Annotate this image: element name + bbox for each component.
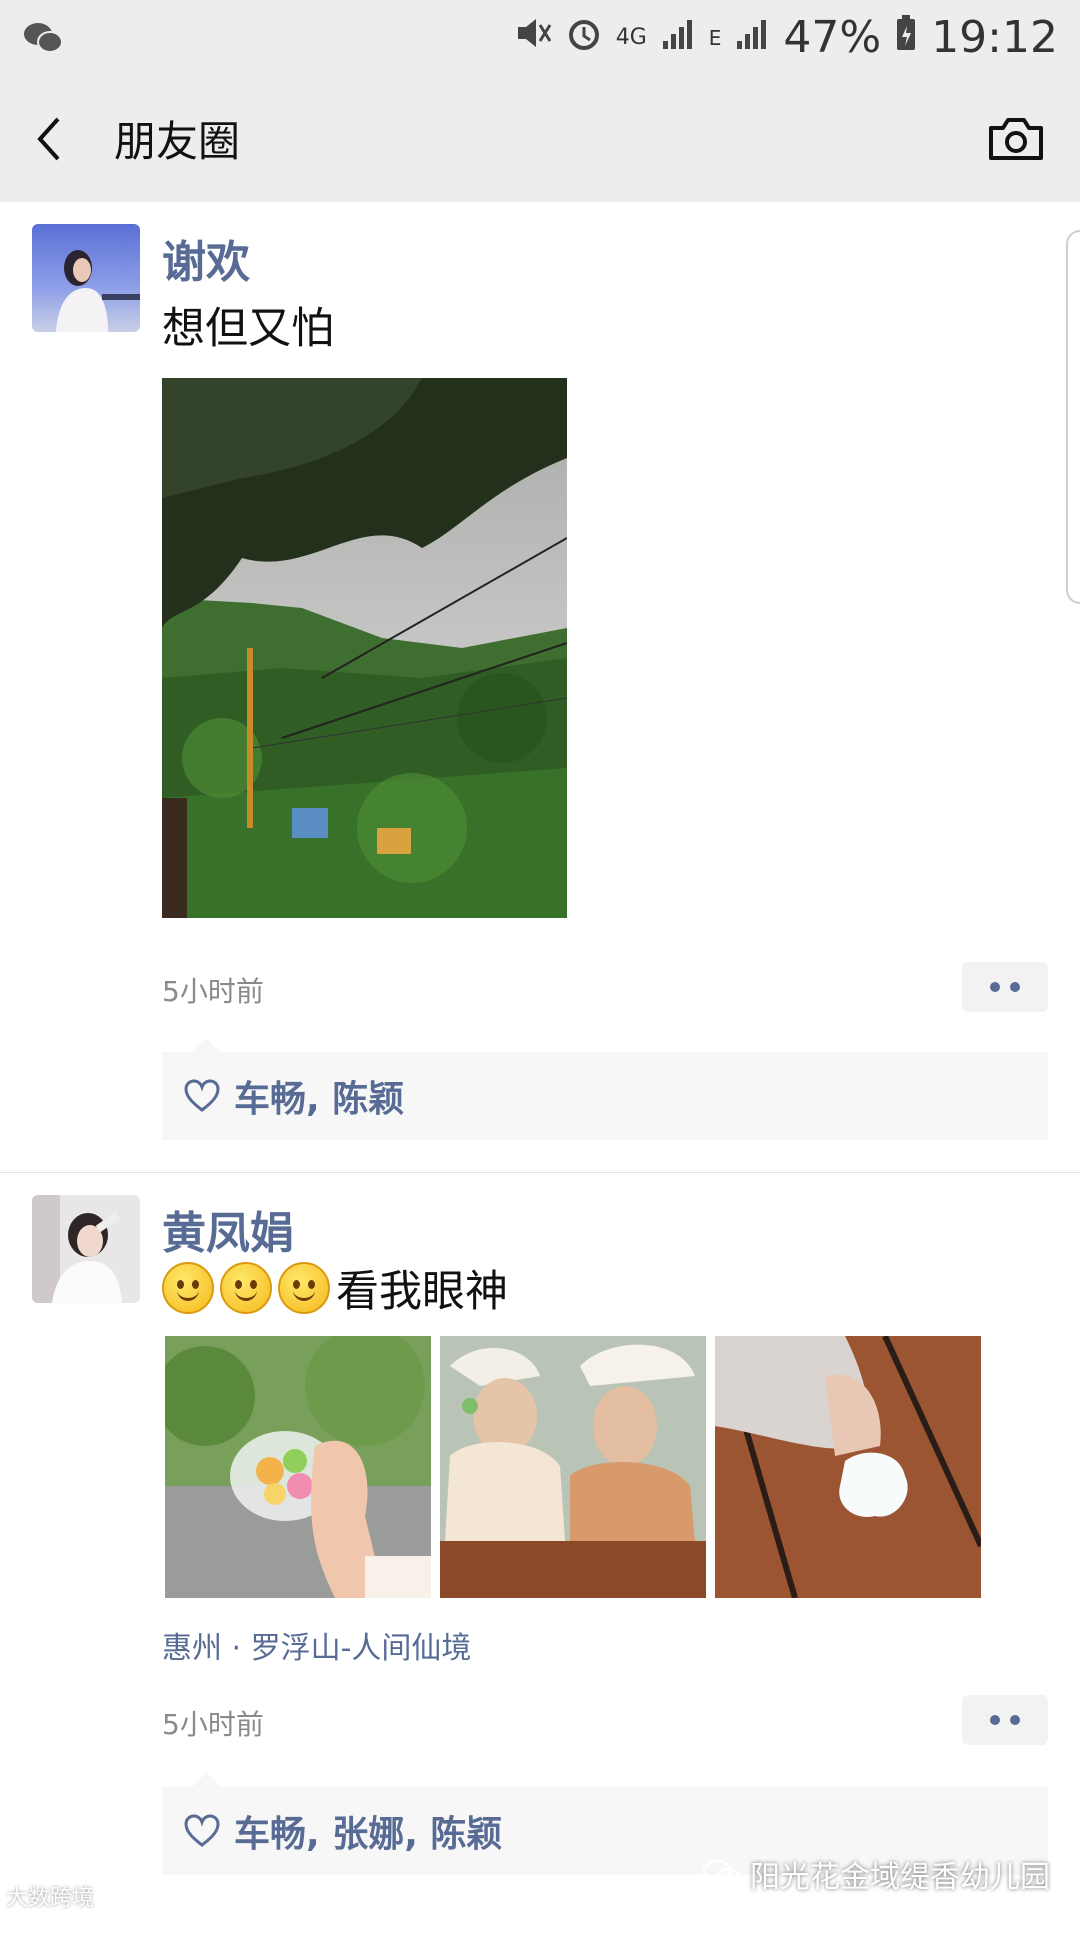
wechat-icon <box>24 22 63 53</box>
more-actions-button[interactable] <box>962 962 1048 1012</box>
post-text: 想但又怕 <box>162 294 334 356</box>
smile-emoji-icon <box>162 1262 214 1314</box>
post-photo[interactable] <box>165 1336 431 1598</box>
nav-bar: 朋友圈 <box>0 75 1080 202</box>
battery-icon <box>895 14 917 61</box>
post-username[interactable]: 谢欢 <box>162 226 250 290</box>
signal-icon <box>661 18 695 58</box>
chevron-left-icon <box>37 117 60 160</box>
post-time: 5小时前 <box>162 975 264 1008</box>
post-text-content: 看我眼神 <box>336 1267 508 1317</box>
likes-names[interactable]: 车畅, 张娜, 陈颖 <box>234 1805 502 1857</box>
camera-button[interactable] <box>986 114 1046 164</box>
heart-icon <box>184 1814 220 1847</box>
post-photo[interactable] <box>440 1336 706 1598</box>
post-time: 5小时前 <box>162 1708 264 1741</box>
likes-names[interactable]: 车畅, 陈颖 <box>234 1070 404 1122</box>
avatar[interactable] <box>32 224 140 332</box>
wechat-icon <box>702 1859 742 1889</box>
post-photo[interactable] <box>162 378 567 918</box>
post-username[interactable]: 黄凤娟 <box>162 1197 294 1261</box>
battery-percent: 47% <box>783 12 882 63</box>
signal-icon-2 <box>735 18 769 58</box>
back-button[interactable] <box>34 109 74 169</box>
network2-label: E <box>708 25 722 50</box>
alarm-icon <box>566 15 602 60</box>
page-title: 朋友圈 <box>114 117 241 166</box>
watermark-left: 大数跨境 <box>6 1886 95 1911</box>
watermark-right: 阳光花金域缇香幼儿园 <box>702 1852 1050 1896</box>
post-text-content: 想但又怕 <box>162 304 334 354</box>
camera-icon <box>989 117 1043 160</box>
more-dot <box>990 1715 1000 1725</box>
mute-icon <box>514 15 552 60</box>
likes-panel: 车畅, 陈颖 <box>162 1038 1048 1140</box>
post-text: 看我眼神 <box>162 1257 508 1319</box>
moment-post: 黄凤娟 看我眼神 惠州 · 罗浮山-人间仙境 5小时前 车畅, 张娜, 陈颖 <box>0 1173 1080 1933</box>
heart-icon <box>184 1079 220 1112</box>
moment-post: 谢欢 想但又怕 5小时前 车畅, 陈颖 <box>0 202 1080 1173</box>
avatar[interactable] <box>32 1195 140 1303</box>
post-photo[interactable] <box>715 1336 981 1598</box>
smile-emoji-icon <box>220 1262 272 1314</box>
more-dot <box>990 982 1000 992</box>
network-label: 4G <box>615 25 647 50</box>
more-actions-button[interactable] <box>962 1695 1048 1745</box>
status-bar: 4G E 47% 19:12 <box>0 0 1080 75</box>
smile-emoji-icon <box>278 1262 330 1314</box>
more-dot <box>1010 1715 1020 1725</box>
clock: 19:12 <box>931 12 1058 63</box>
more-dot <box>1010 982 1020 992</box>
moments-feed: 谢欢 想但又怕 5小时前 车畅, 陈颖 黄凤娟 看我眼神 惠州 · 罗浮山-人间… <box>0 202 1080 1933</box>
post-location[interactable]: 惠州 · 罗浮山-人间仙境 <box>162 1623 471 1667</box>
watermark-right-text: 阳光花金域缇香幼儿园 <box>750 1860 1050 1895</box>
